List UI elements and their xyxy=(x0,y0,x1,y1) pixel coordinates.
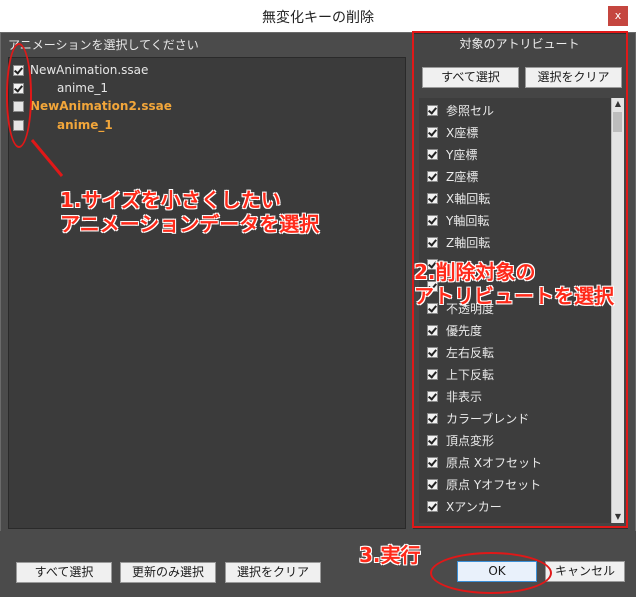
window-title: 無変化キーの削除 xyxy=(262,10,374,26)
cancel-button[interactable]: キャンセル xyxy=(545,561,625,582)
tree-item-label: anime_1 xyxy=(57,81,108,95)
select-all-button[interactable]: すべて選択 xyxy=(16,562,112,583)
annotation-step3: 3.実行 xyxy=(359,543,421,567)
close-button[interactable]: x xyxy=(608,6,628,26)
title-bar: 無変化キーの削除 x xyxy=(0,0,636,33)
annotation-ellipse-checkboxes xyxy=(6,43,32,148)
annotation-step2-line1: 2.削除対象の xyxy=(414,260,536,284)
annotation-step2-line2: アトリビュートを選択 xyxy=(414,284,614,308)
annotation-arrow-icon xyxy=(30,139,64,177)
tree-item-label: NewAnimation.ssae xyxy=(30,63,149,77)
tree-item-label: anime_1 xyxy=(57,118,113,132)
annotation-step1-line1: 1.サイズを小さくしたい xyxy=(60,188,281,212)
tree-item-newanimation2[interactable]: NewAnimation2.ssae xyxy=(13,97,172,115)
tree-item-newanimation[interactable]: NewAnimation.ssae xyxy=(13,61,148,79)
select-updated-button[interactable]: 更新のみ選択 xyxy=(120,562,216,583)
tree-item-label: NewAnimation2.ssae xyxy=(30,99,172,113)
annotation-ellipse-ok xyxy=(430,552,552,594)
annotation-step1-line2: アニメーションデータを選択 xyxy=(60,212,320,236)
animation-list-header: アニメーションを選択してください xyxy=(8,38,199,52)
clear-selection-button[interactable]: 選択をクリア xyxy=(225,562,321,583)
